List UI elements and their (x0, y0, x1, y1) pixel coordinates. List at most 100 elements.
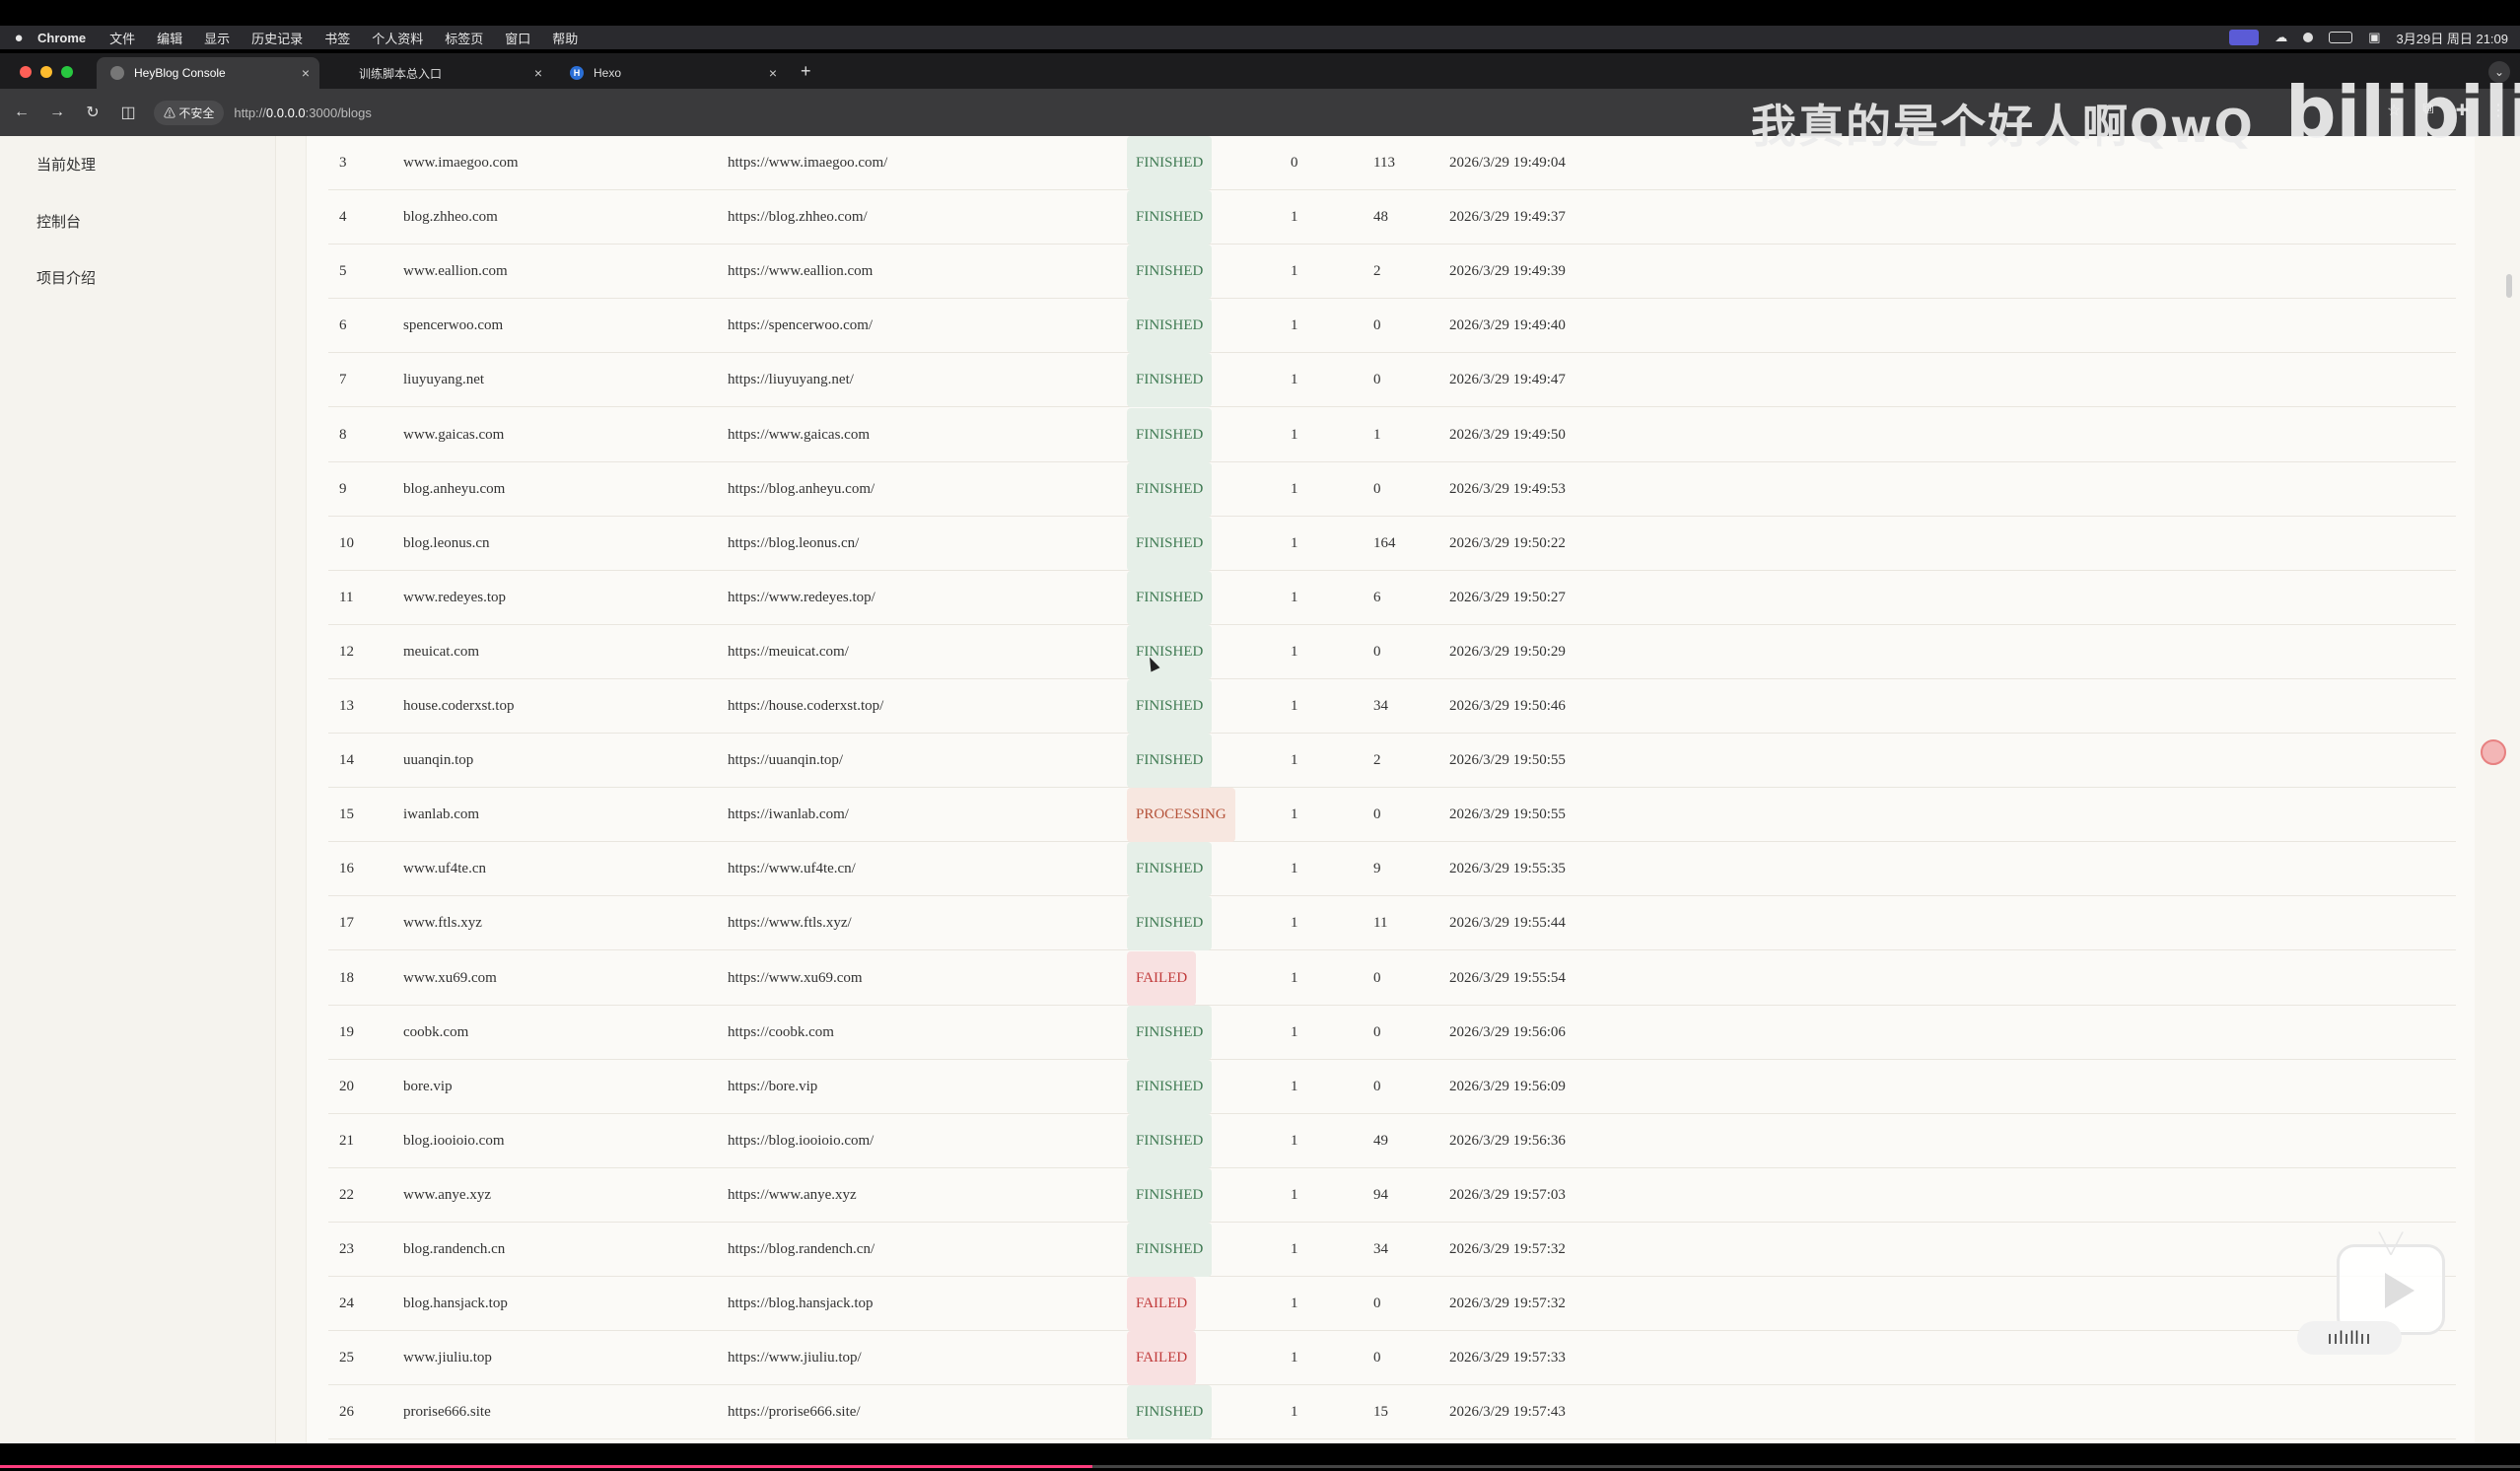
cloud-icon[interactable]: ☁ (2275, 30, 2287, 45)
row-url[interactable]: https://www.anye.xyz (728, 1168, 857, 1223)
sidebar-item-current[interactable]: 当前处理 (36, 154, 96, 175)
row-url[interactable]: https://bore.vip (728, 1060, 817, 1114)
close-icon[interactable]: × (534, 65, 542, 81)
tab-training-scripts[interactable]: 训练脚本总入口 × (345, 57, 552, 89)
table-row[interactable]: 13 house.coderxst.top https://house.coderx… (328, 679, 2456, 734)
row-time: 2026/3/29 19:49:53 (1449, 480, 1566, 497)
menu-profiles[interactable]: 个人资料 (372, 29, 423, 47)
record-icon[interactable] (2303, 33, 2314, 42)
row-url[interactable]: https://blog.hansjack.top (728, 1277, 874, 1331)
security-warning-chip[interactable]: ⚠ 不安全 (154, 100, 225, 125)
menu-window[interactable]: 窗口 (505, 29, 530, 47)
input-method-icon[interactable] (2229, 30, 2260, 45)
row-id: 22 (339, 1186, 354, 1203)
menu-file[interactable]: 文件 (109, 29, 135, 47)
table-row[interactable]: 10 blog.leonus.cn https://blog.leonus.cn/F… (328, 516, 2456, 571)
row-url[interactable]: https://blog.iooioio.com/ (728, 1114, 874, 1168)
scrollbar[interactable] (2506, 274, 2512, 298)
table-row[interactable]: 23 blog.randench.cn https://blog.randench.… (328, 1223, 2456, 1277)
row-url[interactable]: https://www.imaegoo.com/ (728, 136, 887, 190)
table-row[interactable]: 16 www.uf4te.cn https://www.uf4te.cn/FINIS… (328, 842, 2456, 897)
menu-bookmarks[interactable]: 书签 (324, 29, 350, 47)
play-icon (2385, 1273, 2415, 1308)
row-url[interactable]: https://blog.randench.cn/ (728, 1223, 875, 1277)
row-url[interactable]: https://www.ftls.xyz/ (728, 896, 852, 950)
reload-icon[interactable]: ↻ (75, 103, 110, 122)
menu-view[interactable]: 显示 (204, 29, 230, 47)
table-row[interactable]: 8 www.gaicas.com https://www.gaicas.com FIN… (328, 407, 2456, 462)
row-url[interactable]: https://www.redeyes.top/ (728, 571, 875, 625)
row-url[interactable]: https://meuicat.com/ (728, 625, 849, 679)
menu-history[interactable]: 历史记录 (251, 29, 303, 47)
row-count-b: 0 (1373, 969, 1381, 986)
row-url[interactable]: https://spencerwoo.com/ (728, 299, 873, 353)
zoom-window-button[interactable] (61, 66, 73, 78)
side-panel-icon[interactable]: ◫ (110, 103, 146, 122)
row-url[interactable]: https://iwanlab.com/ (728, 788, 849, 842)
row-url[interactable]: https://house.coderxst.top/ (728, 679, 883, 734)
row-url[interactable]: https://uuanqin.top/ (728, 734, 843, 788)
table-row[interactable]: 21 blog.iooioio.com https://blog.iooioio.c… (328, 1113, 2456, 1168)
table-row[interactable]: 11 www.redeyes.top https://www.redeyes.top… (328, 570, 2456, 625)
table-row[interactable]: 7 liuyuyang.net https://liuyuyang.net/FINI… (328, 353, 2456, 408)
row-url[interactable]: https://www.eallion.com (728, 245, 873, 299)
row-time: 2026/3/29 19:50:55 (1449, 752, 1566, 769)
table-row[interactable]: 25 www.jiuliu.top https://www.jiuliu.top/F… (328, 1331, 2456, 1386)
row-url[interactable]: https://www.uf4te.cn/ (728, 842, 856, 896)
row-url[interactable]: https://www.gaicas.com (728, 408, 870, 462)
menu-tabs[interactable]: 标签页 (445, 29, 483, 47)
battery-icon[interactable] (2329, 32, 2353, 43)
table-row[interactable]: 20 bore.vip https://bore.vip FINISHED 1 0 2026… (328, 1059, 2456, 1114)
row-url[interactable]: https://blog.anheyu.com/ (728, 462, 875, 517)
tab-hexo[interactable]: H Hexo × (556, 57, 787, 89)
video-progress-remaining[interactable] (1092, 1465, 2520, 1468)
row-id: 21 (339, 1132, 354, 1149)
table-row[interactable]: 22 www.anye.xyz https://www.anye.xyz FINISH… (328, 1167, 2456, 1223)
table-row[interactable]: 6 spencerwoo.com https://spencerwoo.com/FI… (328, 299, 2456, 354)
video-progress-played[interactable] (0, 1465, 1092, 1468)
audio-wave-icon[interactable]: ıılıllıı (2297, 1321, 2402, 1355)
table-row[interactable]: 26 prorise666.site https://prorise666.site… (328, 1385, 2456, 1440)
row-count-b: 0 (1373, 1078, 1381, 1094)
table-row[interactable]: 5 www.eallion.com https://www.eallion.com F… (328, 245, 2456, 300)
table-row[interactable]: 14 uuanqin.top https://uuanqin.top/FINISHE… (328, 734, 2456, 789)
sidebar-item-console[interactable]: 控制台 (36, 211, 81, 232)
row-id: 9 (339, 480, 347, 497)
back-icon[interactable]: ← (4, 104, 39, 121)
menu-help[interactable]: 帮助 (552, 29, 578, 47)
translate-widget-icon[interactable] (2481, 739, 2506, 765)
table-row[interactable]: 4 blog.zhheo.com https://blog.zhheo.com/FI… (328, 190, 2456, 245)
table-row[interactable]: 12 meuicat.com https://meuicat.com/FINISHE… (328, 624, 2456, 679)
row-url[interactable]: https://coobk.com (728, 1006, 834, 1060)
table-row[interactable]: 18 www.xu69.com https://www.xu69.com FAILED… (328, 950, 2456, 1006)
table-row[interactable]: 15 iwanlab.com https://iwanlab.com/PROCESS… (328, 788, 2456, 843)
apple-icon[interactable]: ● (0, 30, 37, 46)
sidebar-item-about[interactable]: 项目介绍 (36, 267, 96, 288)
table-row[interactable]: 17 www.ftls.xyz https://www.ftls.xyz/FINIS… (328, 896, 2456, 951)
minimize-window-button[interactable] (40, 66, 52, 78)
close-icon[interactable]: × (302, 65, 310, 81)
status-badge: FAILED (1127, 1277, 1197, 1332)
table-row[interactable]: 19 coobk.com https://coobk.com FINISHED 1 0 20… (328, 1005, 2456, 1060)
menu-edit[interactable]: 编辑 (157, 29, 182, 47)
status-badge: FINISHED (1127, 679, 1213, 734)
status-badge: FINISHED (1127, 190, 1213, 245)
row-url[interactable]: https://www.xu69.com (728, 951, 863, 1006)
row-count-a: 1 (1291, 969, 1298, 986)
control-center-icon[interactable]: ▣ (2368, 30, 2380, 45)
menubar-clock[interactable]: 3月29日 周日 21:09 (2397, 29, 2508, 47)
address-bar[interactable]: ⚠ 不安全 http://0.0.0.0:3000/blogs (154, 98, 1426, 127)
close-window-button[interactable] (20, 66, 32, 78)
row-url[interactable]: https://prorise666.site/ (728, 1385, 861, 1439)
forward-icon[interactable]: → (39, 104, 75, 121)
menu-app-name[interactable]: Chrome (37, 31, 86, 45)
table-row[interactable]: 9 blog.anheyu.com https://blog.anheyu.com/… (328, 461, 2456, 517)
close-icon[interactable]: × (769, 65, 777, 81)
row-url[interactable]: https://www.jiuliu.top/ (728, 1331, 862, 1385)
new-tab-button[interactable]: + (801, 61, 811, 82)
tab-heyblog-console[interactable]: HeyBlog Console × (97, 57, 319, 89)
table-row[interactable]: 24 blog.hansjack.top https://blog.hansjack… (328, 1277, 2456, 1332)
row-url[interactable]: https://blog.leonus.cn/ (728, 517, 859, 571)
row-url[interactable]: https://liuyuyang.net/ (728, 353, 854, 407)
row-url[interactable]: https://blog.zhheo.com/ (728, 190, 868, 245)
